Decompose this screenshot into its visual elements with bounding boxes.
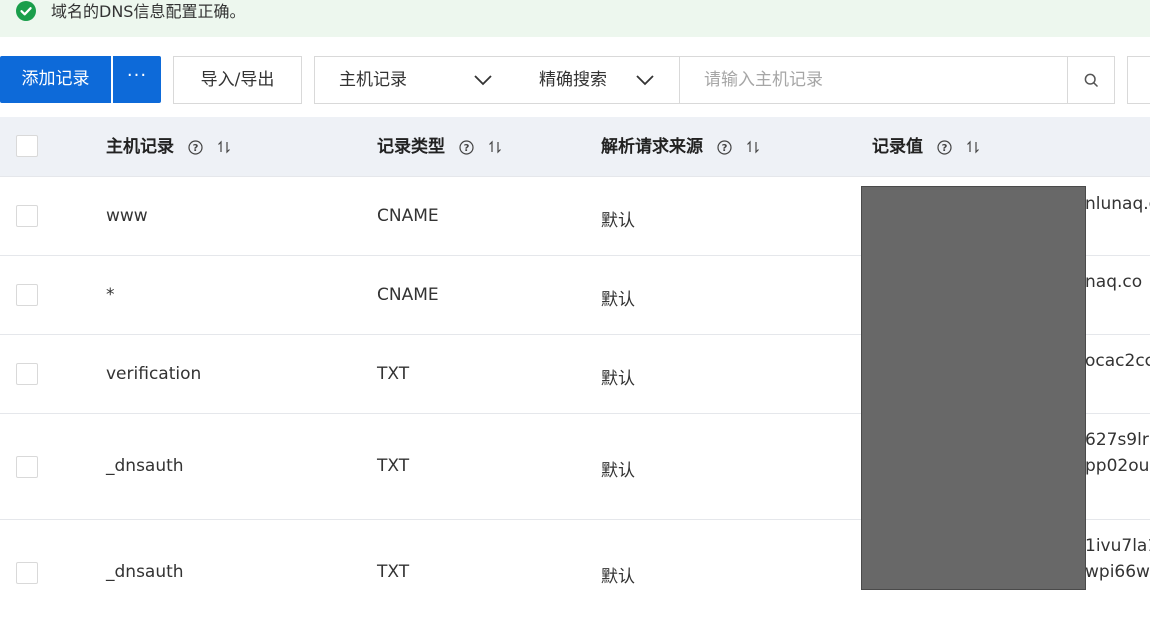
table-header: 主机记录 ? 记录类型 ? 解析请求来源 ? 记录值 ? bbox=[0, 117, 1150, 177]
value-cell-line: ocac2cc bbox=[1085, 351, 1150, 371]
add-record-button[interactable]: 添加记录 bbox=[0, 56, 111, 103]
help-icon[interactable]: ? bbox=[459, 139, 474, 155]
sort-icon[interactable] bbox=[217, 140, 231, 154]
value-cell-line: 627s9lr7 bbox=[1085, 430, 1150, 450]
match-mode-select[interactable]: 精确搜索 bbox=[515, 56, 680, 104]
host-cell: www bbox=[106, 206, 148, 226]
column-header-source[interactable]: 解析请求来源 ? bbox=[601, 117, 760, 177]
column-header-type[interactable]: 记录类型 ? bbox=[377, 117, 502, 177]
value-cell-line: wpi66w bbox=[1085, 562, 1150, 582]
row-checkbox[interactable] bbox=[16, 205, 38, 227]
value-cell-line: 1ivu7la1 bbox=[1085, 536, 1150, 556]
redaction-overlay bbox=[861, 186, 1086, 590]
match-mode-select-value: 精确搜索 bbox=[539, 70, 607, 90]
import-export-button[interactable]: 导入/导出 bbox=[173, 56, 302, 104]
value-cell-line: naq.co bbox=[1085, 272, 1143, 292]
sort-icon[interactable] bbox=[966, 140, 980, 154]
host-cell: _dnsauth bbox=[106, 562, 184, 582]
type-cell: TXT bbox=[377, 562, 410, 582]
sort-icon[interactable] bbox=[746, 140, 760, 154]
banner-message: 域名的DNS信息配置正确。 bbox=[51, 2, 246, 21]
host-cell: verification bbox=[106, 364, 202, 384]
success-banner: 域名的DNS信息配置正确。 bbox=[0, 0, 1150, 37]
column-header-label: 记录类型 bbox=[377, 137, 445, 157]
type-cell: CNAME bbox=[377, 285, 439, 305]
column-header-label: 主机记录 bbox=[106, 137, 174, 157]
help-icon[interactable]: ? bbox=[717, 139, 732, 155]
more-actions-button[interactable]: ··· bbox=[113, 56, 161, 103]
value-cell-line: nlunaq.c bbox=[1085, 194, 1150, 214]
select-all-checkbox[interactable] bbox=[16, 135, 38, 157]
search-icon bbox=[1084, 73, 1099, 88]
source-cell: 默认 bbox=[601, 369, 635, 389]
source-cell: 默认 bbox=[601, 290, 635, 310]
host-record-select-value: 主机记录 bbox=[339, 70, 407, 90]
row-checkbox[interactable] bbox=[16, 562, 38, 584]
host-record-select[interactable]: 主机记录 bbox=[314, 56, 516, 104]
svg-text:?: ? bbox=[464, 143, 470, 154]
toolbar-extra-button[interactable] bbox=[1127, 56, 1150, 104]
check-circle-icon bbox=[16, 1, 36, 21]
column-header-host[interactable]: 主机记录 ? bbox=[106, 117, 231, 177]
search-button[interactable] bbox=[1067, 56, 1115, 104]
row-checkbox[interactable] bbox=[16, 456, 38, 478]
type-cell: TXT bbox=[377, 456, 410, 476]
help-icon[interactable]: ? bbox=[188, 139, 203, 155]
row-checkbox[interactable] bbox=[16, 363, 38, 385]
type-cell: CNAME bbox=[377, 206, 439, 226]
help-icon[interactable]: ? bbox=[937, 139, 952, 155]
chevron-down-icon bbox=[636, 75, 654, 86]
svg-text:?: ? bbox=[942, 143, 948, 154]
sort-icon[interactable] bbox=[488, 140, 502, 154]
row-checkbox[interactable] bbox=[16, 284, 38, 306]
search-input[interactable] bbox=[679, 56, 1068, 104]
column-header-label: 记录值 bbox=[872, 137, 923, 157]
source-cell: 默认 bbox=[601, 567, 635, 587]
host-cell: * bbox=[106, 285, 115, 305]
svg-text:?: ? bbox=[193, 143, 199, 154]
column-header-value[interactable]: 记录值 ? bbox=[872, 117, 980, 177]
source-cell: 默认 bbox=[601, 211, 635, 231]
value-cell-line: pp02ou bbox=[1085, 456, 1150, 476]
svg-text:?: ? bbox=[722, 143, 728, 154]
column-header-label: 解析请求来源 bbox=[601, 137, 703, 157]
type-cell: TXT bbox=[377, 364, 410, 384]
host-cell: _dnsauth bbox=[106, 456, 184, 476]
chevron-down-icon bbox=[474, 75, 492, 86]
source-cell: 默认 bbox=[601, 461, 635, 481]
